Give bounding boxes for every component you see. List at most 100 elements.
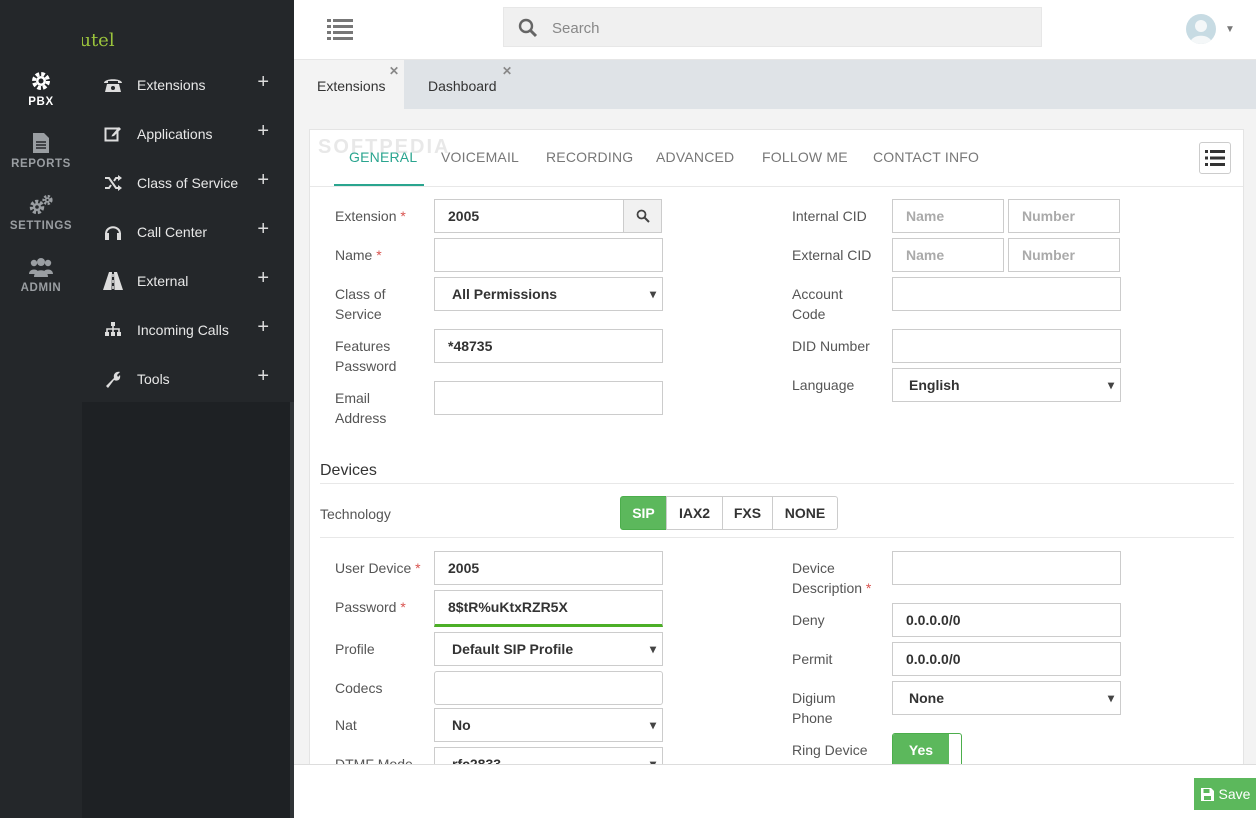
- technology-option-iax2[interactable]: IAX2: [666, 496, 723, 530]
- list-view-button[interactable]: [1199, 142, 1231, 174]
- users-icon: [29, 258, 53, 277]
- deny-field[interactable]: 0.0.0.0/0: [892, 603, 1121, 637]
- password-field[interactable]: 8$tR%uKtxRZR5X: [434, 590, 663, 627]
- tab-label: Dashboard: [428, 78, 497, 94]
- technology-option-sip[interactable]: SIP: [620, 496, 667, 530]
- expand-icon[interactable]: +: [257, 71, 269, 94]
- rail-item-label: ADMIN: [20, 282, 62, 294]
- profile-label: Profile: [335, 641, 375, 657]
- label-text: Name: [335, 247, 373, 263]
- tab-contact-info[interactable]: CONTACT INFO: [873, 149, 979, 165]
- internal-cid-label: Internal CID: [792, 208, 867, 224]
- label-text: Password: [335, 599, 397, 615]
- sidebar-item-tools[interactable]: Tools +: [82, 354, 294, 403]
- sidebar-item-external[interactable]: External +: [82, 256, 294, 305]
- toggle-on-label: Yes: [893, 734, 949, 764]
- tab-follow-me[interactable]: FOLLOW ME: [762, 149, 848, 165]
- sidebar-item-call-center[interactable]: Call Center +: [82, 207, 294, 256]
- class-of-service-label: Class of Service: [335, 284, 386, 324]
- chevron-down-icon[interactable]: ▼: [1225, 24, 1235, 35]
- extension-form-card: SOFTPEDIA GENERAL VOICEMAIL RECORDING AD…: [309, 129, 1244, 764]
- extension-field[interactable]: 2005: [434, 199, 624, 233]
- external-cid-number-field[interactable]: Number: [1008, 238, 1120, 272]
- top-bar: ▼: [294, 0, 1256, 60]
- features-password-field[interactable]: *48735: [434, 329, 663, 363]
- edit-icon: [102, 125, 124, 143]
- list-toggle-icon[interactable]: [327, 18, 353, 45]
- tab-extensions[interactable]: Extensions ✕: [294, 60, 404, 109]
- wrench-icon: [102, 370, 124, 388]
- search-icon: [518, 18, 538, 43]
- user-device-label: User Device *: [335, 558, 421, 578]
- tab-voicemail[interactable]: VOICEMAIL: [441, 149, 519, 165]
- sidebar-item-extensions[interactable]: Extensions +: [82, 60, 294, 109]
- phone-icon: [102, 76, 124, 94]
- technology-option-fxs[interactable]: FXS: [722, 496, 773, 530]
- ring-device-toggle[interactable]: Yes: [892, 733, 962, 764]
- sidebar-item-label: External: [137, 272, 189, 289]
- footer-bar: Save: [294, 764, 1256, 818]
- search-input[interactable]: [552, 16, 1022, 40]
- rail-item-label: PBX: [28, 96, 54, 108]
- sidebar-menu: Extensions + Applications + Class of Ser…: [82, 60, 294, 402]
- permit-field[interactable]: 0.0.0.0/0: [892, 642, 1121, 676]
- tab-divider: [310, 186, 1243, 187]
- sidebar-item-incoming-calls[interactable]: Incoming Calls +: [82, 305, 294, 354]
- class-of-service-select[interactable]: All Permissions: [434, 277, 663, 311]
- label-line: Password: [335, 358, 397, 374]
- tab-recording[interactable]: RECORDING: [546, 149, 633, 165]
- user-device-field[interactable]: 2005: [434, 551, 663, 585]
- expand-icon[interactable]: +: [257, 218, 269, 241]
- tab-advanced[interactable]: ADVANCED: [656, 149, 734, 165]
- email-field[interactable]: [434, 381, 663, 415]
- technology-option-none[interactable]: NONE: [772, 496, 838, 530]
- expand-icon[interactable]: +: [257, 365, 269, 388]
- extension-search-button[interactable]: [623, 199, 662, 233]
- sidebar-item-applications[interactable]: Applications +: [82, 109, 294, 158]
- codecs-label: Codecs: [335, 680, 383, 696]
- close-icon[interactable]: ✕: [389, 64, 399, 78]
- expand-icon[interactable]: +: [257, 267, 269, 290]
- name-label: Name *: [335, 245, 382, 265]
- name-field[interactable]: [434, 238, 663, 272]
- rail-item-reports[interactable]: REPORTS: [0, 132, 82, 170]
- sitemap-icon: [102, 321, 124, 339]
- features-password-label: Features Password: [335, 336, 396, 376]
- label-line: Phone: [792, 710, 833, 726]
- account-code-field[interactable]: [892, 277, 1121, 311]
- language-select[interactable]: English: [892, 368, 1121, 402]
- main-rail: PBX REPORTS SETTINGS ADMIN: [0, 0, 82, 818]
- codecs-field[interactable]: [434, 671, 663, 705]
- nat-label: Nat: [335, 717, 357, 733]
- external-cid-name-field[interactable]: Name: [892, 238, 1004, 272]
- list-icon: [1205, 150, 1225, 166]
- save-button[interactable]: Save: [1194, 778, 1256, 810]
- label-line: Code: [792, 306, 826, 322]
- sidebar-item-class-of-service[interactable]: Class of Service +: [82, 158, 294, 207]
- rail-item-pbx[interactable]: PBX: [0, 70, 82, 108]
- did-number-field[interactable]: [892, 329, 1121, 363]
- document-icon: [33, 133, 49, 153]
- internal-cid-number-field[interactable]: Number: [1008, 199, 1120, 233]
- section-divider: [320, 537, 1234, 538]
- nat-select[interactable]: No: [434, 708, 663, 742]
- close-icon[interactable]: ✕: [502, 64, 512, 78]
- profile-select[interactable]: Default SIP Profile: [434, 632, 663, 666]
- rail-item-admin[interactable]: ADMIN: [0, 256, 82, 294]
- digium-phone-select[interactable]: None: [892, 681, 1121, 715]
- expand-icon[interactable]: +: [257, 120, 269, 143]
- device-description-field[interactable]: [892, 551, 1121, 585]
- tab-dashboard[interactable]: Dashboard ✕: [404, 60, 514, 109]
- label-line: Email: [335, 390, 371, 406]
- expand-icon[interactable]: +: [257, 316, 269, 339]
- tab-general[interactable]: GENERAL: [349, 149, 417, 165]
- internal-cid-name-field[interactable]: Name: [892, 199, 1004, 233]
- label-line: Account: [792, 286, 843, 302]
- technology-label: Technology: [320, 506, 391, 522]
- avatar[interactable]: [1186, 14, 1216, 44]
- extension-label: Extension *: [335, 206, 406, 226]
- expand-icon[interactable]: +: [257, 169, 269, 192]
- gears-icon: [29, 194, 53, 215]
- dtmf-mode-select[interactable]: rfc2833: [434, 747, 663, 764]
- rail-item-settings[interactable]: SETTINGS: [0, 194, 82, 232]
